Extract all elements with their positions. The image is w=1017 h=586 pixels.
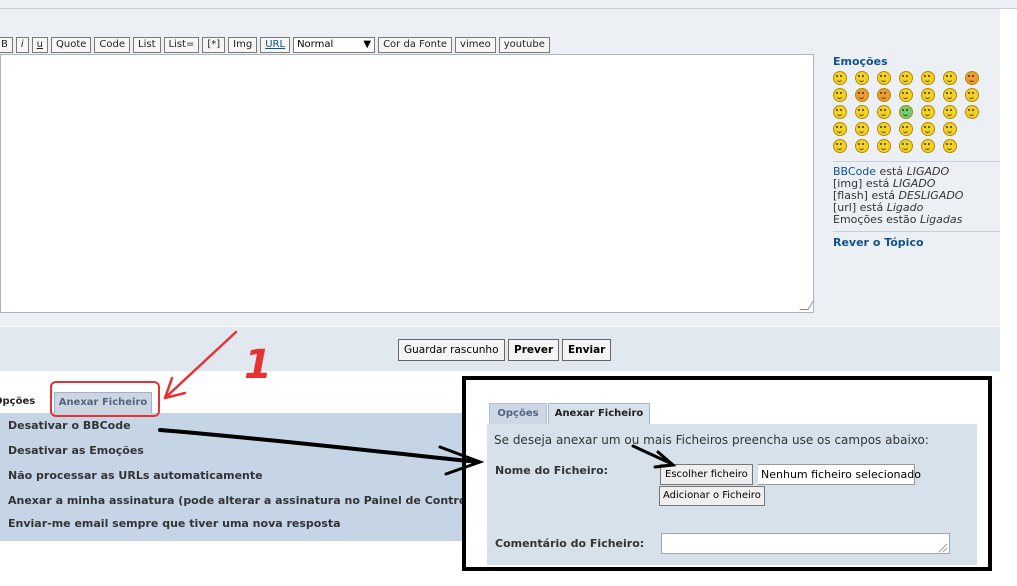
underline-button[interactable]: u [31,37,48,53]
save-draft-button[interactable]: Guardar rascunho [398,339,505,361]
smiley-row [833,105,1000,119]
review-topic-link[interactable]: Rever o Tópico [833,236,1000,249]
smiley-icon[interactable] [899,88,913,102]
smiley-icon[interactable] [833,105,847,119]
smiley-icon[interactable] [855,139,869,153]
font-color-button[interactable]: Cor da Fonte [378,37,453,53]
smiley-icon[interactable] [855,88,869,102]
smilies-title: Emoções [833,55,888,68]
smiley-icon[interactable] [855,105,869,119]
file-name-label: Nome do Ficheiro: [495,464,609,477]
smiley-icon[interactable] [943,71,957,85]
img-button[interactable]: Img [228,37,258,53]
file-comment-input[interactable] [661,533,950,554]
attach-intro: Se deseja anexar um ou mais Ficheiros pr… [494,433,929,447]
smiley-icon[interactable] [899,71,913,85]
smiley-icon[interactable] [965,88,979,102]
emotions-state: Ligadas [919,213,963,226]
bold-button[interactable]: B [0,37,13,53]
tab-options[interactable]: Opções [0,392,38,414]
smiley-icon[interactable] [877,105,891,119]
option-disable-emotions[interactable]: Desativar as Emoções [8,444,144,457]
smiley-icon[interactable] [855,71,869,85]
font-size-value: Normal [297,39,334,50]
top-edge [0,0,1017,9]
options-panel: Desativar o BBCode Desativar as Emoções … [0,413,497,541]
smiley-icon[interactable] [899,122,913,136]
smiley-icon[interactable] [899,139,913,153]
vimeo-button[interactable]: vimeo [455,37,496,53]
inset-tab-attach-file[interactable]: Anexar Ficheiro [548,403,650,425]
smiley-icon[interactable] [943,88,957,102]
smiley-icon[interactable] [877,71,891,85]
smiley-row [833,71,1000,85]
url-button[interactable]: URL [260,37,291,53]
smilies-sidebar: Emoções BBCode está LIGADO [img] está LI… [833,55,1000,249]
emotions-status-text: Emoções estão [833,213,920,226]
smiley-icon[interactable] [965,71,979,85]
message-textarea[interactable] [0,54,814,313]
annotation-highlight-box [50,381,160,417]
resize-handle-icon[interactable] [799,301,814,310]
chevron-down-icon: ▼ [363,39,372,50]
option-attach-signature[interactable]: Anexar a minha assinatura (pode alterar … [8,494,497,507]
smiley-row [833,88,1000,102]
italic-button[interactable]: i [15,37,29,53]
youtube-button[interactable]: youtube [498,37,550,53]
choose-file-button[interactable]: Escolher ficheiro [660,464,753,485]
smiley-icon[interactable] [943,122,957,136]
option-no-url-parse[interactable]: Não processar as URLs automaticamente [8,469,263,482]
smiley-icon[interactable] [855,122,869,136]
font-size-select[interactable]: Normal ▼ [293,37,376,53]
no-file-selected-text: Nenhum ficheiro selecionado [758,464,921,485]
smiley-icon[interactable] [965,105,979,119]
smiley-icon[interactable] [921,88,935,102]
smiley-icon[interactable] [833,139,847,153]
file-comment-label: Comentário do Ficheiro: [495,537,645,550]
smiley-icon[interactable] [877,139,891,153]
list-item-button[interactable]: [*] [202,37,226,53]
sidebar-divider [833,161,1000,162]
quote-button[interactable]: Quote [51,37,92,53]
smiley-icon[interactable] [877,122,891,136]
add-file-button[interactable]: Adicionar o Ficheiro [659,486,765,506]
smiley-icon[interactable] [921,105,935,119]
preview-button[interactable]: Prever [508,339,560,361]
smiley-icon[interactable] [943,139,957,153]
bbcode-toolbar: B i u Quote Code List List= [*] Img URL … [0,35,550,55]
smiley-icon[interactable] [877,88,891,102]
option-disable-bbcode[interactable]: Desativar o BBCode [8,419,131,432]
smiley-row [833,122,1000,136]
smiley-row [833,139,1000,153]
smiley-icon[interactable] [833,88,847,102]
sidebar-divider [833,231,1000,232]
option-email-notify[interactable]: Enviar-me email sempre que tiver uma nov… [8,517,341,530]
smiley-icon[interactable] [943,105,957,119]
smiley-icon[interactable] [833,122,847,136]
emotions-status: Emoções estão Ligadas [833,214,1000,226]
list-button[interactable]: List [133,37,161,53]
smiley-icon[interactable] [921,122,935,136]
smiley-icon[interactable] [921,139,935,153]
smiley-icon[interactable] [921,71,935,85]
code-button[interactable]: Code [94,37,131,53]
submit-button[interactable]: Enviar [562,339,612,361]
ordered-list-button[interactable]: List= [163,37,200,53]
smiley-icon[interactable] [899,105,913,119]
smiley-icon[interactable] [833,71,847,85]
inset-tab-options[interactable]: Opções [489,403,547,425]
